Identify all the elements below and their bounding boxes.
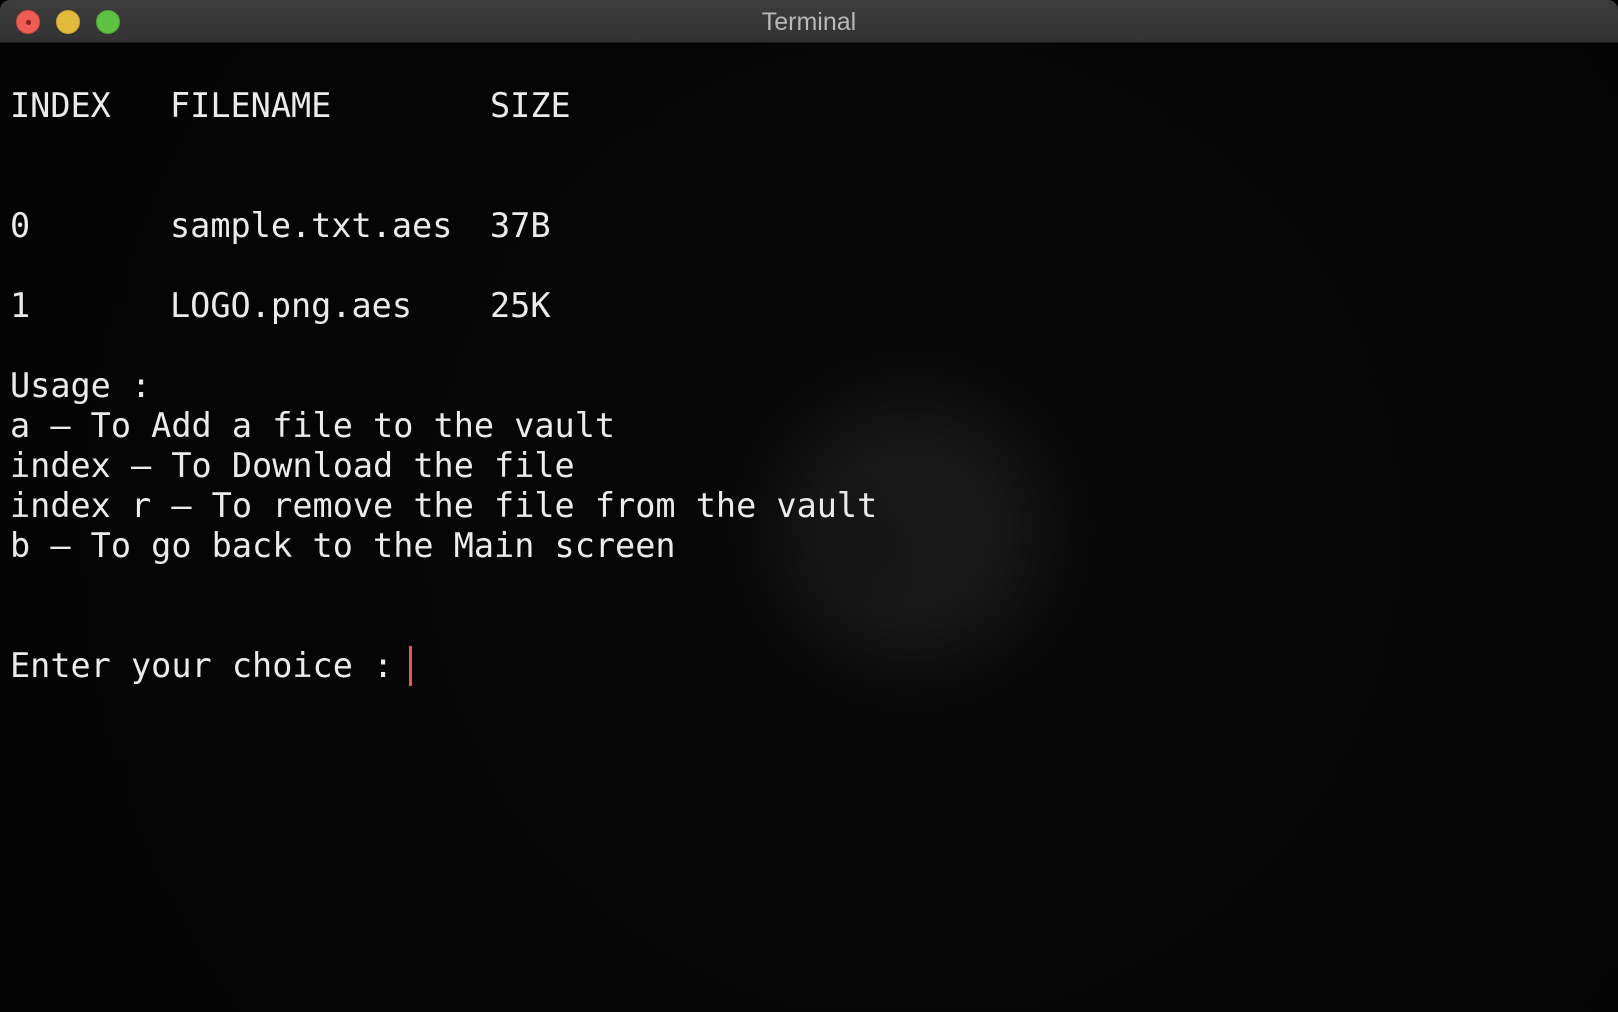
terminal-window: Terminal INDEX FILENAME SIZE 0 sample.tx… bbox=[0, 0, 1618, 1012]
row-0-size: 37B bbox=[490, 206, 551, 245]
usage-heading: Usage : bbox=[10, 366, 152, 405]
window-title: Terminal bbox=[761, 8, 857, 36]
usage-line-add: a – To Add a file to the vault bbox=[10, 406, 616, 445]
row-1-index: 1 bbox=[10, 286, 31, 325]
header-index: INDEX bbox=[10, 86, 111, 125]
title-bar[interactable]: Terminal bbox=[0, 0, 1618, 43]
usage-line-download: index – To Download the file bbox=[10, 446, 575, 485]
row-0-index: 0 bbox=[10, 206, 31, 245]
usage-line-back: b – To go back to the Main screen bbox=[10, 526, 676, 565]
row-1-filename: LOGO.png.aes bbox=[170, 286, 413, 325]
row-1-size: 25K bbox=[490, 286, 551, 325]
header-size: SIZE bbox=[490, 86, 571, 125]
header-filename: FILENAME bbox=[170, 86, 332, 125]
row-0-filename: sample.txt.aes bbox=[170, 206, 453, 245]
usage-line-remove: index r – To remove the file from the va… bbox=[10, 486, 878, 525]
text-cursor[interactable] bbox=[409, 646, 412, 686]
choice-prompt: Enter your choice : bbox=[10, 646, 414, 685]
